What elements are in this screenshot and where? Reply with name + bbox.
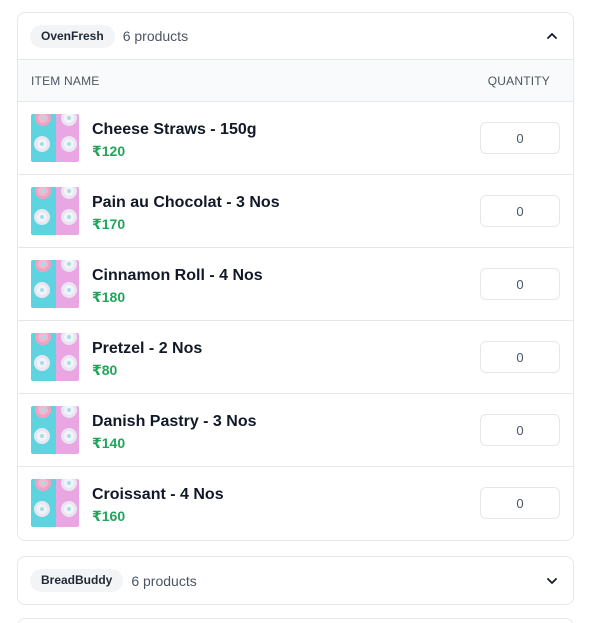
vendor-group-next xyxy=(17,618,574,623)
vendor-group-header[interactable]: BreadBuddy 6 products xyxy=(18,557,573,604)
product-image xyxy=(31,187,79,235)
product-count: 6 products xyxy=(122,28,189,44)
product-name: Pain au Chocolat - 3 Nos xyxy=(92,194,280,211)
product-price: ₹180 xyxy=(92,289,126,305)
chevron-down-icon[interactable] xyxy=(545,574,559,588)
product-row: Pretzel - 2 Nos ₹80 xyxy=(18,320,573,393)
column-header-quantity: QUANTITY xyxy=(487,73,550,88)
product-name: Croissant - 4 Nos xyxy=(92,486,224,503)
product-name: Danish Pastry - 3 Nos xyxy=(92,413,257,430)
quantity-input[interactable] xyxy=(480,341,560,373)
quantity-input[interactable] xyxy=(480,268,560,300)
table-header: ITEM NAME QUANTITY xyxy=(18,60,573,101)
product-image xyxy=(31,114,79,162)
product-row: Pain au Chocolat - 3 Nos ₹170 xyxy=(18,174,573,247)
product-count: 6 products xyxy=(131,572,197,589)
product-row: Croissant - 4 Nos ₹160 xyxy=(18,466,573,539)
product-image xyxy=(31,333,79,381)
product-name: Pretzel - 2 Nos xyxy=(92,340,203,357)
vendor-group-breadbuddy: BreadBuddy 6 products xyxy=(17,556,574,605)
product-image xyxy=(31,406,79,454)
vendor-badge: BreadBuddy xyxy=(30,569,124,592)
product-image xyxy=(31,479,79,527)
product-name: Cinnamon Roll - 4 Nos xyxy=(92,267,263,284)
quantity-input[interactable] xyxy=(480,487,560,519)
vendor-group-ovenfresh: OvenFresh 6 products ITEM NAME QUANTITY … xyxy=(17,12,574,541)
product-price: ₹120 xyxy=(92,143,126,159)
product-name: Cheese Straws - 150g xyxy=(92,121,257,138)
product-price: ₹170 xyxy=(92,216,126,232)
quantity-input[interactable] xyxy=(480,195,560,227)
quantity-input[interactable] xyxy=(480,122,560,154)
product-price: ₹80 xyxy=(92,362,118,378)
product-price: ₹140 xyxy=(92,435,126,451)
chevron-up-icon[interactable] xyxy=(545,29,559,43)
vendor-group-header[interactable]: OvenFresh 6 products xyxy=(18,13,573,60)
product-price: ₹160 xyxy=(92,508,126,524)
quantity-input[interactable] xyxy=(480,414,560,446)
product-image xyxy=(31,260,79,308)
vendor-badge: OvenFresh xyxy=(30,24,115,48)
column-header-item-name: ITEM NAME xyxy=(31,73,100,88)
product-row: Cinnamon Roll - 4 Nos ₹180 xyxy=(18,247,573,320)
product-row: Danish Pastry - 3 Nos ₹140 xyxy=(18,393,573,466)
product-row: Cheese Straws - 150g ₹120 xyxy=(18,101,573,174)
